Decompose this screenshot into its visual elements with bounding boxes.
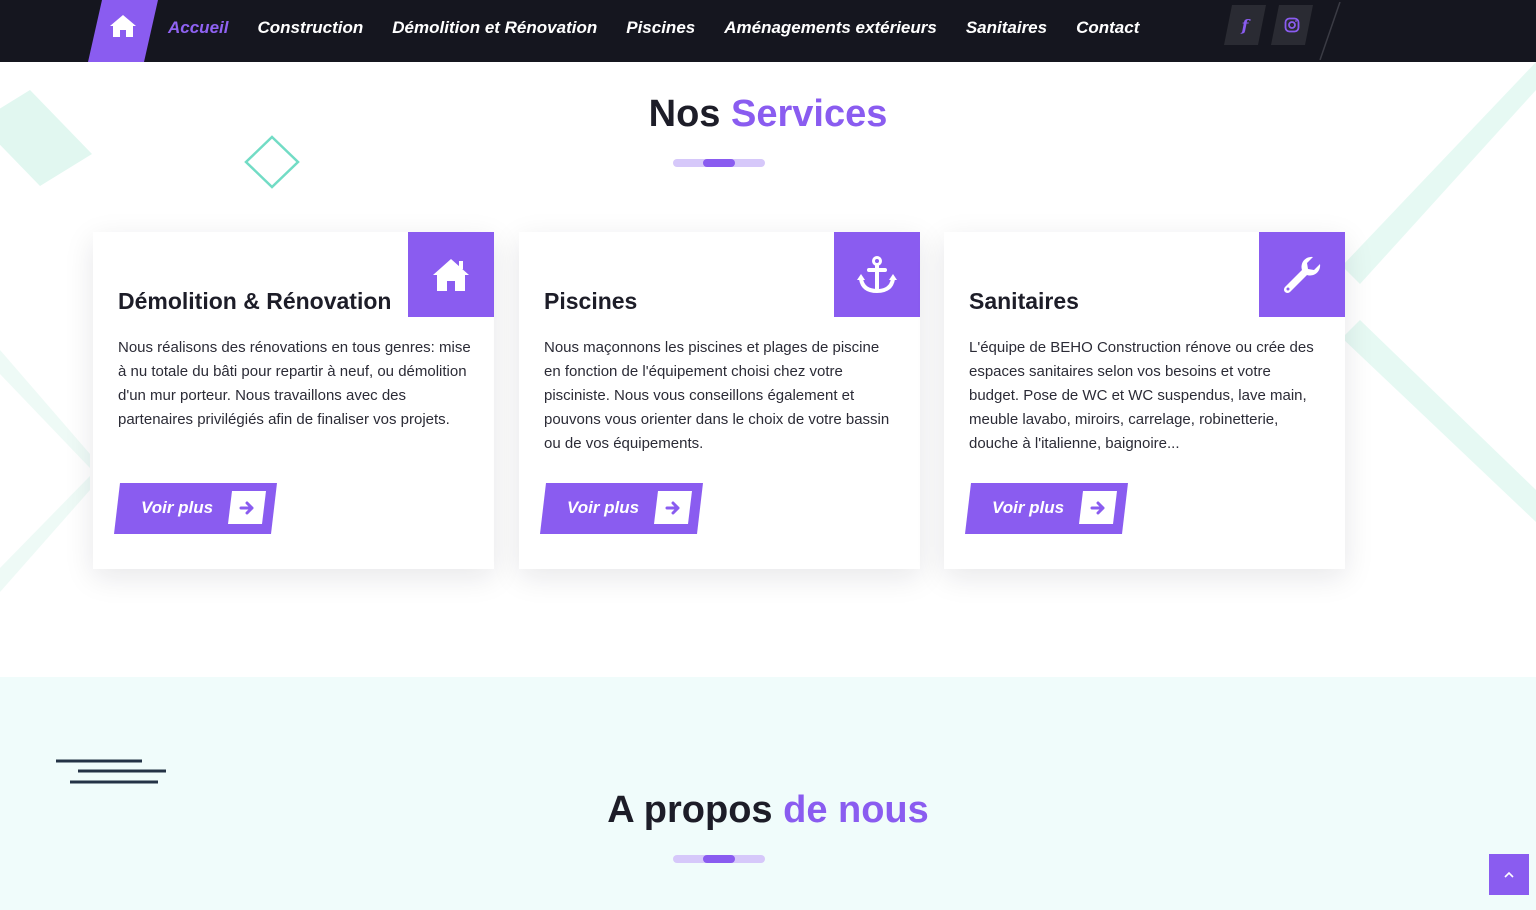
arrow-right-icon: [228, 491, 266, 524]
nav-divider: [1319, 2, 1341, 60]
card-icon-box: [834, 232, 920, 317]
voir-plus-label: Voir plus: [141, 498, 214, 517]
instagram-icon: [1284, 17, 1300, 33]
scroll-to-top-button[interactable]: [1489, 854, 1529, 895]
nav-home-button[interactable]: [88, 0, 158, 62]
voir-plus-button[interactable]: Voir plus: [540, 483, 703, 534]
service-card-sanitaires: Sanitaires L'équipe de BEHO Construction…: [944, 232, 1345, 569]
nav-item-accueil[interactable]: Accueil: [168, 18, 228, 38]
card-title: Démolition & Rénovation: [118, 288, 392, 314]
card-title: Piscines: [544, 288, 638, 314]
voir-plus-button[interactable]: Voir plus: [965, 483, 1128, 534]
house-icon: [433, 258, 469, 291]
card-icon-box: [408, 232, 494, 317]
about-title-divider: [673, 855, 765, 863]
nav-item-amenagements-exterieurs[interactable]: Aménagements extérieurs: [724, 18, 937, 38]
nav-item-demolition-renovation[interactable]: Démolition et Rénovation: [392, 18, 597, 38]
card-description: L'équipe de BEHO Construction rénove ou …: [969, 339, 1314, 452]
service-card-demolition: Démolition & Rénovation Nous réalisons d…: [93, 232, 494, 569]
instagram-link[interactable]: [1271, 5, 1313, 45]
nav-item-contact[interactable]: Contact: [1076, 18, 1139, 38]
nav-item-sanitaires[interactable]: Sanitaires: [966, 18, 1047, 38]
top-navbar: Accueil Construction Démolition et Rénov…: [0, 0, 1536, 62]
about-title-highlight: de nous: [783, 789, 929, 831]
voir-plus-button[interactable]: Voir plus: [114, 483, 277, 534]
about-title: A propos de nous: [0, 789, 1536, 832]
service-card-piscines: Piscines Nous maçonnons les piscines et …: [519, 232, 920, 569]
nav-menu: Accueil Construction Démolition et Rénov…: [168, 18, 1168, 38]
card-icon-box: [1259, 232, 1345, 317]
nav-item-construction[interactable]: Construction: [257, 18, 363, 38]
arrow-right-icon: [654, 491, 692, 524]
voir-plus-label: Voir plus: [567, 498, 640, 517]
card-description: Nous réalisons des rénovations en tous g…: [118, 339, 471, 428]
services-title-plain: Nos: [648, 93, 721, 135]
services-title: Nos Services: [0, 93, 1536, 136]
nav-item-piscines[interactable]: Piscines: [626, 18, 695, 38]
facebook-icon: f: [1241, 15, 1249, 35]
card-description: Nous maçonnons les piscines et plages de…: [544, 339, 890, 452]
home-icon: [110, 15, 136, 37]
wrench-icon: [1283, 256, 1321, 293]
chevron-up-icon: [1504, 871, 1514, 878]
anchor-icon: [857, 255, 897, 293]
services-title-highlight: Services: [730, 93, 888, 135]
facebook-link[interactable]: f: [1224, 5, 1266, 45]
services-title-divider: [673, 159, 765, 167]
arrow-right-icon: [1079, 491, 1117, 524]
voir-plus-label: Voir plus: [992, 498, 1065, 517]
lines-decoration: [56, 759, 166, 784]
about-title-plain: A propos: [607, 789, 773, 831]
card-title: Sanitaires: [969, 288, 1079, 314]
